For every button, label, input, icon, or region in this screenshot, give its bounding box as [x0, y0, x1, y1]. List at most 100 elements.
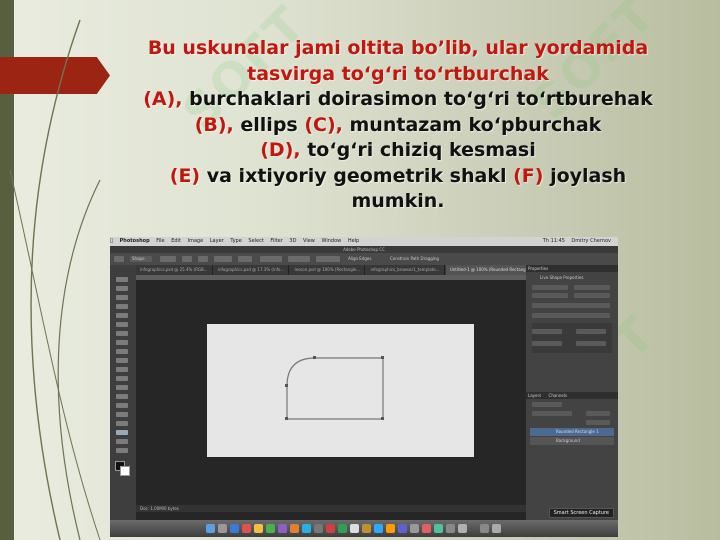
width-field[interactable]: [260, 256, 282, 262]
menu-select[interactable]: Select: [248, 238, 263, 244]
tool-preset-picker[interactable]: [114, 256, 124, 262]
move-tool-icon[interactable]: [116, 277, 128, 282]
align-edges-checkbox[interactable]: Align Edges: [348, 256, 371, 261]
shape-y-field[interactable]: [574, 293, 610, 298]
app-icon-1[interactable]: [326, 524, 335, 533]
fill-swatch[interactable]: [182, 256, 192, 262]
shape-height-field[interactable]: [574, 285, 610, 290]
layer-rounded-rectangle[interactable]: Rounded Rectangle 1: [530, 428, 614, 436]
brush-tool-icon[interactable]: [116, 340, 128, 345]
app-icon-2[interactable]: [338, 524, 347, 533]
zoom-tool-icon[interactable]: [116, 448, 128, 453]
eyedropper-tool-icon[interactable]: [116, 322, 128, 327]
launchpad-icon[interactable]: [218, 524, 227, 533]
layers-tab[interactable]: Layers: [528, 393, 541, 398]
blur-tool-icon[interactable]: [116, 385, 128, 390]
menu-view[interactable]: View: [303, 238, 315, 244]
downloads-icon[interactable]: [480, 524, 489, 533]
corner-radius-section: [532, 323, 612, 353]
photoshop-icon[interactable]: [374, 524, 383, 533]
notes-icon[interactable]: [254, 524, 263, 533]
app-icon-8[interactable]: [434, 524, 443, 533]
finder-icon[interactable]: [206, 524, 215, 533]
label-f: (F): [513, 164, 544, 187]
shape-x-field[interactable]: [532, 293, 568, 298]
fill-field[interactable]: [586, 420, 610, 425]
gradient-tool-icon[interactable]: [116, 376, 128, 381]
app-icon-6[interactable]: [410, 524, 419, 533]
layer-background[interactable]: Background: [530, 437, 614, 445]
safari-icon[interactable]: [230, 524, 239, 533]
healing-tool-icon[interactable]: [116, 331, 128, 336]
quick-select-tool-icon[interactable]: [116, 304, 128, 309]
shape-tool-icon[interactable]: [116, 430, 128, 435]
lasso-tool-icon[interactable]: [116, 295, 128, 300]
mode-dropdown[interactable]: Shape: [130, 256, 152, 262]
menu-type[interactable]: Type: [230, 238, 241, 244]
app-icon-4[interactable]: [362, 524, 371, 533]
preferences-icon[interactable]: [314, 524, 323, 533]
stamp-tool-icon[interactable]: [116, 349, 128, 354]
itunes-icon[interactable]: [278, 524, 287, 533]
app-store-icon[interactable]: [302, 524, 311, 533]
path-select-tool-icon[interactable]: [116, 421, 128, 426]
path-operations[interactable]: [316, 256, 340, 262]
blend-mode-dropdown[interactable]: [532, 411, 572, 416]
radius-field-3[interactable]: [532, 341, 562, 346]
crop-tool-icon[interactable]: [116, 313, 128, 318]
eraser-tool-icon[interactable]: [116, 367, 128, 372]
stroke-width-field[interactable]: [214, 256, 232, 262]
menu-filter[interactable]: Filter: [270, 238, 282, 244]
menubar-user[interactable]: Dmitry Chernov: [571, 237, 611, 246]
dodge-tool-icon[interactable]: [116, 394, 128, 399]
layer-filter-dropdown[interactable]: [532, 402, 562, 407]
doc-tab-1[interactable]: infographics.psd @ 25.4% (RGB...: [136, 265, 213, 275]
marquee-tool-icon[interactable]: [116, 286, 128, 291]
channels-tab[interactable]: Channels: [549, 393, 568, 398]
apple-icon[interactable]: : [110, 238, 113, 244]
make-selection-button[interactable]: [160, 256, 176, 262]
stroke-type-dropdown[interactable]: [238, 256, 252, 262]
opacity-field[interactable]: [586, 411, 610, 416]
app-icon-5[interactable]: [398, 524, 407, 533]
pen-tool-icon[interactable]: [116, 403, 128, 408]
app-icon-7[interactable]: [422, 524, 431, 533]
app-icon-9[interactable]: [446, 524, 455, 533]
document-canvas[interactable]: [207, 324, 474, 457]
illustrator-icon[interactable]: [386, 524, 395, 533]
align-row[interactable]: [532, 313, 610, 318]
menu-help[interactable]: Help: [348, 238, 359, 244]
label-c: (C),: [304, 113, 343, 136]
menu-window[interactable]: Window: [322, 238, 342, 244]
trash-icon[interactable]: [492, 524, 501, 533]
height-field[interactable]: [288, 256, 310, 262]
fill-stroke-row[interactable]: [532, 303, 610, 308]
photos-icon[interactable]: [290, 524, 299, 533]
radius-field-2[interactable]: [576, 329, 606, 334]
history-brush-tool-icon[interactable]: [116, 358, 128, 363]
menu-layer[interactable]: Layer: [210, 238, 224, 244]
doc-tab-4[interactable]: infographics_browser1_template...: [367, 265, 445, 275]
radius-field-4[interactable]: [576, 341, 606, 346]
doc-tab-active[interactable]: Untitled-1 @ 100% (Rounded Rectangle 1, …: [445, 265, 526, 275]
type-tool-icon[interactable]: [116, 412, 128, 417]
shape-width-field[interactable]: [532, 285, 568, 290]
radius-field-1[interactable]: [532, 329, 562, 334]
menu-file[interactable]: File: [156, 238, 164, 244]
doc-tab-3[interactable]: lesson.psd @ 100% (Rectangle...: [291, 265, 366, 275]
menu-edit[interactable]: Edit: [171, 238, 181, 244]
menu-3d[interactable]: 3D: [289, 238, 296, 244]
calendar-icon[interactable]: [242, 524, 251, 533]
rounded-rectangle-shape[interactable]: [207, 324, 474, 457]
hand-tool-icon[interactable]: [116, 439, 128, 444]
menu-photoshop[interactable]: Photoshop: [120, 238, 150, 244]
background-color-swatch[interactable]: [120, 466, 130, 476]
menu-image[interactable]: Image: [188, 238, 204, 244]
doc-tab-2[interactable]: infographics.psd @ 17.3% (info...: [214, 265, 290, 275]
app-icon-3[interactable]: [350, 524, 359, 533]
messages-icon[interactable]: [266, 524, 275, 533]
constrain-path-checkbox[interactable]: Constrain Path Dragging: [390, 256, 439, 261]
stroke-swatch[interactable]: [198, 256, 208, 262]
properties-panel-header[interactable]: Properties: [526, 265, 618, 272]
app-icon-10[interactable]: [458, 524, 467, 533]
